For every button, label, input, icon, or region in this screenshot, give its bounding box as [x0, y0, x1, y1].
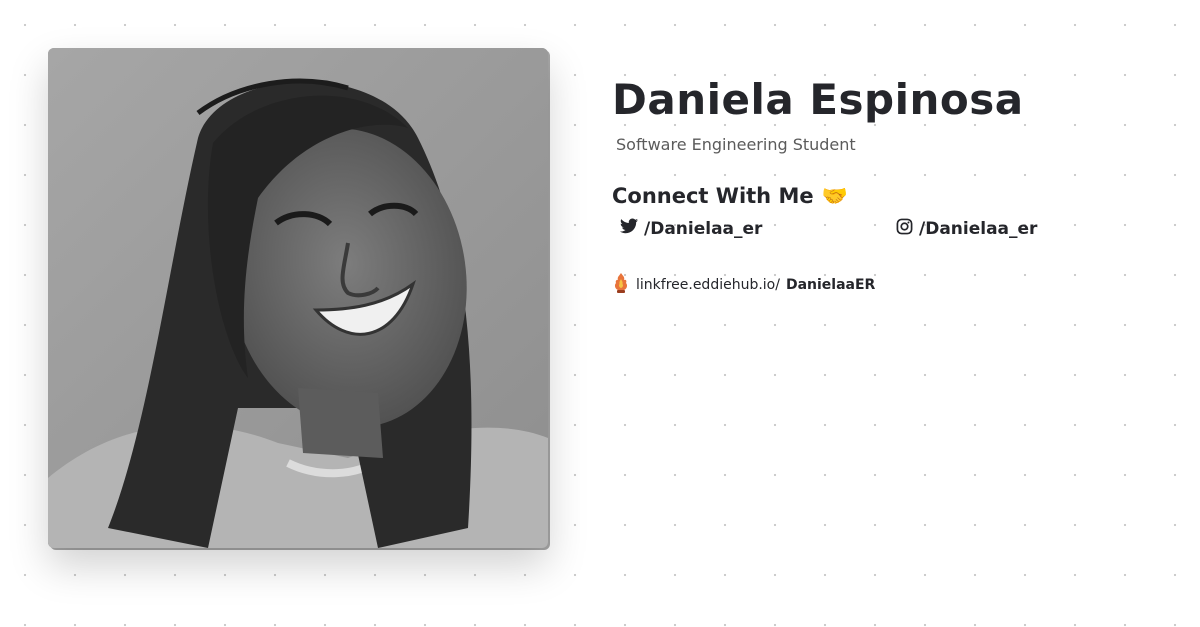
profile-photo-image — [48, 48, 548, 548]
profile-subtitle: Software Engineering Student — [616, 135, 856, 154]
twitter-handle: /Danielaa_er — [644, 218, 763, 239]
linkfree-link[interactable]: linkfree.eddiehub.io/ DanielaaER — [612, 272, 1172, 298]
profile-info: Daniela Espinosa Software Engineering St… — [612, 72, 1172, 298]
instagram-icon — [896, 218, 913, 240]
handshake-icon: 🤝 — [821, 184, 848, 208]
instagram-handle: /Danielaa_er — [919, 219, 1038, 239]
profile-name: Daniela Espinosa — [612, 75, 1024, 124]
linkfree-domain: linkfree.eddiehub.io/ — [636, 277, 780, 293]
connect-heading: Connect With Me 🤝 — [612, 182, 1172, 210]
linkfree-icon — [612, 272, 630, 298]
twitter-icon — [620, 218, 638, 239]
linkfree-username: DanielaaER — [785, 277, 876, 293]
social-links: /Danielaa_er /Danielaa_er — [612, 218, 1172, 248]
instagram-link[interactable]: /Danielaa_er — [896, 218, 1037, 240]
profile-photo — [48, 48, 548, 548]
connect-heading-text: Connect With Me — [612, 184, 814, 208]
twitter-link[interactable]: /Danielaa_er — [620, 218, 762, 239]
